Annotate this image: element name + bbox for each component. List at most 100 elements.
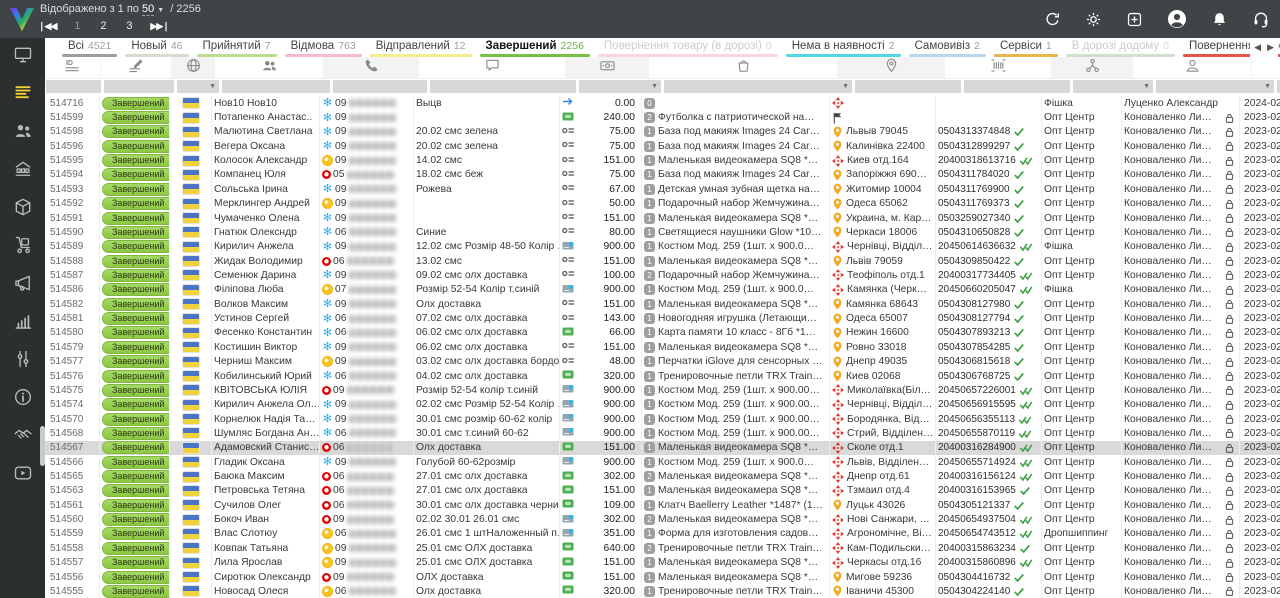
- status-badge[interactable]: Завершений: [102, 341, 170, 354]
- tab-0[interactable]: Всі4521: [58, 38, 121, 57]
- page-2-button[interactable]: 2: [98, 20, 108, 32]
- status-badge[interactable]: Завершений: [102, 441, 170, 454]
- status-badge[interactable]: Завершений: [102, 283, 170, 296]
- notifications-bell-icon[interactable]: [1211, 11, 1228, 28]
- order-row[interactable]: 514580 Завершений Фесенко Константин ✻06…: [45, 326, 1280, 340]
- status-badge[interactable]: Завершений: [102, 183, 170, 196]
- order-row[interactable]: 514593 Завершений Сольська Ірина ✻09 Рож…: [45, 182, 1280, 196]
- tabs-scroll-right-icon[interactable]: ▶: [1267, 42, 1274, 53]
- status-badge[interactable]: Завершений: [102, 585, 170, 598]
- avatar[interactable]: [1167, 9, 1187, 29]
- order-row[interactable]: 514590 Завершений Гнатюк Олексндр ✻06 Си…: [45, 225, 1280, 239]
- status-badge[interactable]: Завершений: [102, 484, 170, 497]
- tabs-scroll-left-icon[interactable]: ◀: [1254, 42, 1261, 53]
- tab-6[interactable]: Повернення товару (в дорозі)0: [594, 38, 782, 57]
- col-location-header[interactable]: [838, 57, 945, 78]
- order-row[interactable]: 514582 Завершений Волков Максим ✻09 Олх …: [45, 297, 1280, 311]
- app-logo[interactable]: [6, 3, 38, 35]
- order-row[interactable]: 514555 Завершений Новосад Олеся 06 Олх д…: [45, 584, 1280, 598]
- order-row[interactable]: 514592 Завершений Мерклингер Андрей 09 5…: [45, 197, 1280, 211]
- col-date-header[interactable]: [1252, 57, 1280, 78]
- tab-9[interactable]: Сервіси1: [990, 38, 1062, 57]
- status-badge[interactable]: Завершений: [102, 413, 170, 426]
- status-badge[interactable]: Завершений: [102, 470, 170, 483]
- order-row[interactable]: 514596 Завершений Вегера Оксана ✻09 20.0…: [45, 139, 1280, 153]
- sidebar-item-dashboard[interactable]: [0, 38, 45, 76]
- status-badge[interactable]: Завершений: [102, 125, 170, 138]
- order-row[interactable]: 514576 Завершений Кобилинський Юрий ✻06 …: [45, 369, 1280, 383]
- order-row[interactable]: 514563 Завершений Петровська Тетяна 06 2…: [45, 484, 1280, 498]
- tab-7[interactable]: Нема в наявності2: [782, 38, 905, 57]
- order-row[interactable]: 514565 Завершений Баюка Максим 06 27.01 …: [45, 469, 1280, 483]
- order-row[interactable]: 514579 Завершений Костишин Виктор ✻09 06…: [45, 340, 1280, 354]
- sidebar-item-settings[interactable]: [0, 342, 45, 380]
- tab-4[interactable]: Відправлений12: [366, 38, 476, 57]
- col-flag-header[interactable]: [172, 57, 215, 78]
- status-badge[interactable]: Завершений: [102, 226, 170, 239]
- order-row[interactable]: 514577 Завершений Черниш Максим 09 03.02…: [45, 354, 1280, 368]
- sidebar-item-orders[interactable]: [0, 76, 45, 114]
- status-badge[interactable]: Завершений: [102, 197, 170, 210]
- order-row[interactable]: 514716 Завершений Нов10 Нов10 ✻09 Выцв 0…: [45, 96, 1280, 110]
- status-badge[interactable]: Завершений: [102, 111, 170, 124]
- order-row[interactable]: 514558 Завершений Ковпак Татьяна 09 25.0…: [45, 541, 1280, 555]
- add-order-icon[interactable]: [1126, 11, 1143, 28]
- refresh-icon[interactable]: [1044, 11, 1061, 28]
- status-badge[interactable]: Завершений: [102, 556, 170, 569]
- filter-price-input[interactable]: ▼: [579, 80, 661, 93]
- col-phone-header[interactable]: [324, 57, 419, 78]
- order-row[interactable]: 514557 Завершений Лила Ярослав 09 25.01 …: [45, 556, 1280, 570]
- status-badge[interactable]: Завершений: [102, 571, 170, 584]
- status-badge[interactable]: Завершений: [102, 427, 170, 440]
- tab-8[interactable]: Самовивіз2: [905, 38, 990, 57]
- status-badge[interactable]: Завершений: [102, 326, 170, 339]
- status-badge[interactable]: Завершений: [102, 298, 170, 311]
- order-row[interactable]: 514588 Завершений Жидак Володимир 06 13.…: [45, 254, 1280, 268]
- tab-2[interactable]: Прийнятий7: [193, 38, 281, 57]
- col-tracking-header[interactable]: [945, 57, 1052, 78]
- page-size-dropdown[interactable]: 50: [142, 3, 154, 16]
- page-1-button[interactable]: 1: [72, 20, 82, 32]
- col-price-header[interactable]: [566, 57, 649, 78]
- status-badge[interactable]: Завершений: [102, 212, 170, 225]
- filter-product-input[interactable]: ▼: [664, 80, 852, 93]
- status-badge[interactable]: Завершений: [102, 269, 170, 282]
- sidebar-item-marketing[interactable]: [0, 266, 45, 304]
- support-headset-icon[interactable]: [1252, 10, 1270, 28]
- sidebar-item-info[interactable]: [0, 380, 45, 418]
- sidebar-item-company[interactable]: [0, 152, 45, 190]
- sidebar-item-products[interactable]: [0, 190, 45, 228]
- sidebar-item-tutorials[interactable]: [0, 456, 45, 494]
- status-badge[interactable]: Завершений: [102, 384, 170, 397]
- order-row[interactable]: 514599 Завершений Потапенко Анастас.. ✻0…: [45, 110, 1280, 124]
- sidebar-item-partners[interactable]: [0, 418, 45, 456]
- status-badge[interactable]: Завершений: [102, 255, 170, 268]
- filter-status-input[interactable]: [104, 80, 174, 93]
- sidebar-scrollbar-thumb[interactable]: [40, 426, 45, 466]
- order-row[interactable]: 514589 Завершений Кирилич Анжела ✻09 12.…: [45, 240, 1280, 254]
- first-page-button[interactable]: ❘◀◀: [38, 21, 56, 32]
- status-badge[interactable]: Завершений: [102, 140, 170, 153]
- order-row[interactable]: 514566 Завершений Гладик Оксана ✻09 Голу…: [45, 455, 1280, 469]
- col-name-header[interactable]: [215, 57, 324, 78]
- status-badge[interactable]: Завершений: [102, 312, 170, 325]
- page-3-button[interactable]: 3: [124, 20, 134, 32]
- status-badge[interactable]: Завершений: [102, 355, 170, 368]
- status-badge[interactable]: Завершений: [102, 370, 170, 383]
- col-funnel-header[interactable]: [1052, 57, 1133, 78]
- filter-name-input[interactable]: [222, 80, 330, 93]
- col-product-header[interactable]: [649, 57, 838, 78]
- order-row[interactable]: 514575 Завершений КВІТОВСЬКА ЮЛІЯ 09 Роз…: [45, 383, 1280, 397]
- sidebar-item-statistics[interactable]: [0, 304, 45, 342]
- order-row[interactable]: 514581 Завершений Устинов Сергей ✻06 07.…: [45, 311, 1280, 325]
- filter-tracking-input[interactable]: [964, 80, 1070, 93]
- tab-1[interactable]: Новый46: [121, 38, 192, 57]
- order-row[interactable]: 514594 Завершений Компанец Юля 05 18.02 …: [45, 168, 1280, 182]
- filter-location-input[interactable]: [855, 80, 961, 93]
- filter-phone-input[interactable]: [333, 80, 427, 93]
- order-row[interactable]: 514561 Завершений Сучилов Олег 06 30.01 …: [45, 498, 1280, 512]
- status-badge[interactable]: Завершений: [102, 240, 170, 253]
- tab-10[interactable]: В дорозі додому0: [1062, 38, 1179, 57]
- last-page-button[interactable]: ▶▶❘: [150, 21, 168, 32]
- status-badge[interactable]: Завершений: [102, 97, 170, 110]
